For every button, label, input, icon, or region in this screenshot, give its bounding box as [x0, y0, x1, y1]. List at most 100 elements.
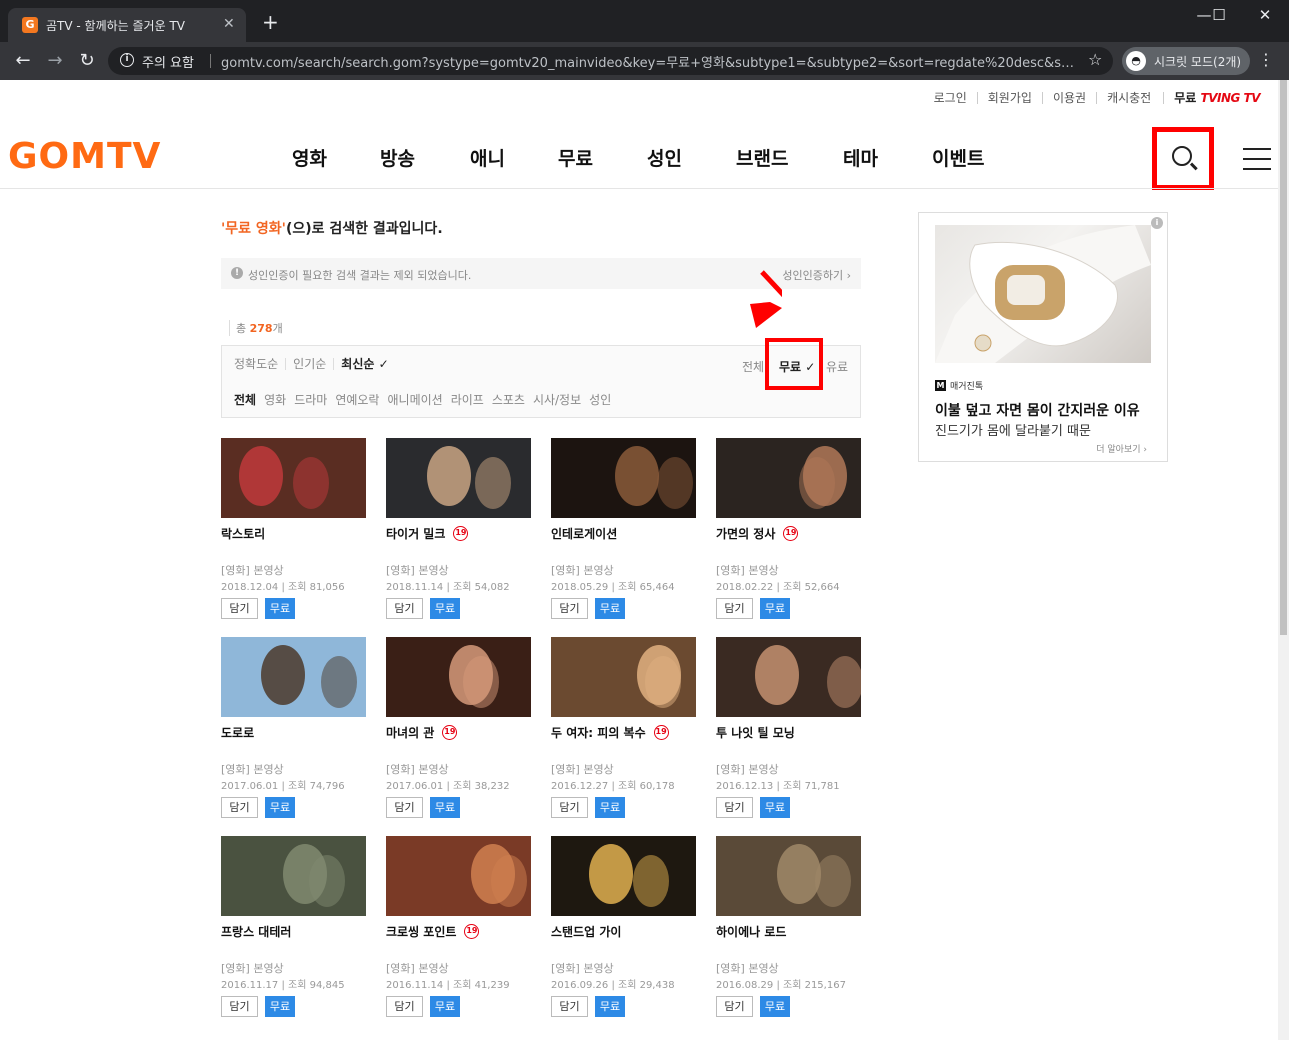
movie-card[interactable]: 투 나잇 틸 모닝 [영화] 본영상 2016.12.13 | 조회 71,781 담… [716, 637, 861, 827]
tab-close-icon[interactable]: ✕ [223, 16, 235, 32]
movie-title[interactable]: 락스토리 [221, 525, 265, 542]
forward-icon[interactable]: → [44, 50, 66, 71]
category-entertainment[interactable]: 연예오락 [335, 391, 379, 408]
movie-title-text[interactable]: 투 나잇 틸 모닝 [716, 724, 795, 741]
movie-title[interactable]: 도로로 [221, 724, 254, 741]
free-watch-button[interactable]: 무료 [760, 996, 790, 1017]
ad-headline[interactable]: 이불 덮고 자면 몸이 간지러운 이유 [935, 400, 1140, 420]
free-watch-button[interactable]: 무료 [760, 797, 790, 818]
signup-link[interactable]: 회원가입 [976, 92, 1032, 104]
movie-thumbnail[interactable] [551, 836, 696, 916]
sort-latest[interactable]: 최신순 ✓ [341, 358, 395, 370]
cash-charge-link[interactable]: 캐시충전 [1096, 92, 1151, 104]
movie-title-text[interactable]: 락스토리 [221, 525, 265, 542]
page-scrollbar[interactable] [1278, 80, 1289, 1040]
ad-info-icon[interactable]: i [1151, 217, 1163, 229]
movie-title[interactable]: 투 나잇 틸 모닝 [716, 724, 795, 741]
category-news[interactable]: 시사/정보 [533, 391, 581, 408]
incognito-indicator[interactable]: ◓ 시크릿 모드(2개) [1122, 47, 1250, 75]
free-watch-button[interactable]: 무료 [430, 598, 460, 619]
ad-banner[interactable]: i M 매거진톡 이불 덮고 자면 몸이 간지러운 이유 진드기가 몸에 달라붙기… [918, 212, 1168, 462]
movie-card[interactable]: 프랑스 대테러 [영화] 본영상 2016.11.17 | 조회 94,845 담기 무… [221, 836, 366, 1026]
search-button[interactable] [1152, 127, 1214, 190]
free-watch-button[interactable]: 무료 [265, 598, 295, 619]
category-sports[interactable]: 스포츠 [492, 391, 525, 408]
nav-anime[interactable]: 애니 [470, 144, 505, 171]
maximize-icon[interactable]: ☐ [1204, 6, 1234, 24]
window-close-icon[interactable]: ✕ [1250, 6, 1280, 24]
nav-event[interactable]: 이벤트 [932, 144, 984, 171]
add-to-list-button[interactable]: 담기 [221, 598, 258, 619]
movie-title-text[interactable]: 스탠드업 가이 [551, 923, 621, 940]
free-watch-button[interactable]: 무료 [760, 598, 790, 619]
movie-title[interactable]: 크로씽 포인트 19 [386, 923, 480, 940]
free-watch-button[interactable]: 무료 [430, 996, 460, 1017]
add-to-list-button[interactable]: 담기 [386, 996, 423, 1017]
category-movie[interactable]: 영화 [264, 391, 286, 408]
movie-title-text[interactable]: 하이에나 로드 [716, 923, 786, 940]
free-watch-button[interactable]: 무료 [265, 996, 295, 1017]
adult-verify-link[interactable]: 성인인증하기 › [782, 267, 851, 283]
movie-title-text[interactable]: 크로씽 포인트 [386, 923, 456, 940]
movie-thumbnail[interactable] [221, 438, 366, 518]
add-to-list-button[interactable]: 담기 [716, 598, 753, 619]
movie-thumbnail[interactable] [716, 836, 861, 916]
add-to-list-button[interactable]: 담기 [716, 797, 753, 818]
price-filter-all[interactable]: 전체 [742, 358, 764, 375]
movie-card[interactable]: 락스토리 [영화] 본영상 2018.12.04 | 조회 81,056 담기 무료 [221, 438, 366, 628]
sort-accuracy[interactable]: 정확도순 [234, 358, 287, 370]
movie-title-text[interactable]: 타이거 밀크 [386, 525, 445, 542]
category-animation[interactable]: 애니메이션 [387, 391, 442, 408]
category-adult[interactable]: 성인 [589, 391, 611, 408]
movie-title[interactable]: 타이거 밀크 19 [386, 525, 469, 542]
ad-image[interactable] [935, 225, 1151, 363]
movie-card[interactable]: 타이거 밀크 19 [영화] 본영상 2018.11.14 | 조회 54,082 담기… [386, 438, 531, 628]
movie-title[interactable]: 마녀의 관 19 [386, 724, 458, 741]
add-to-list-button[interactable]: 담기 [386, 797, 423, 818]
movie-card[interactable]: 스탠드업 가이 [영화] 본영상 2016.09.26 | 조회 29,438 담기 무… [551, 836, 696, 1026]
movie-thumbnail[interactable] [386, 637, 531, 717]
movie-thumbnail[interactable] [386, 438, 531, 518]
category-all[interactable]: 전체 [234, 391, 256, 408]
add-to-list-button[interactable]: 담기 [551, 996, 588, 1017]
ad-more-link[interactable]: 더 알아보기 › [1096, 442, 1147, 455]
movie-title-text[interactable]: 인테로게이션 [551, 525, 617, 542]
category-life[interactable]: 라이프 [451, 391, 484, 408]
ad-subline[interactable]: 진드기가 몸에 달라붙기 때문 [935, 420, 1091, 439]
free-watch-button[interactable]: 무료 [265, 797, 295, 818]
movie-thumbnail[interactable] [716, 438, 861, 518]
add-to-list-button[interactable]: 담기 [221, 797, 258, 818]
movie-title[interactable]: 두 여자: 피의 복수 19 [551, 724, 669, 741]
movie-card[interactable]: 인테로게이션 [영화] 본영상 2018.05.29 | 조회 65,464 담기 무료 [551, 438, 696, 628]
hamburger-menu-icon[interactable] [1243, 148, 1271, 178]
login-link[interactable]: 로그인 [924, 92, 967, 104]
back-icon[interactable]: ← [12, 50, 34, 71]
movie-card[interactable]: 도로로 [영화] 본영상 2017.06.01 | 조회 74,796 담기 무료 [221, 637, 366, 827]
security-warning[interactable]: 주의 요함 [142, 52, 194, 71]
free-watch-button[interactable]: 무료 [595, 598, 625, 619]
nav-theme[interactable]: 테마 [843, 144, 878, 171]
nav-brand[interactable]: 브랜드 [736, 144, 788, 171]
movie-thumbnail[interactable] [716, 637, 861, 717]
browser-tab[interactable]: G 곰TV - 함께하는 즐거운 TV ✕ [8, 8, 246, 42]
new-tab-button[interactable]: + [262, 12, 279, 32]
movie-thumbnail[interactable] [221, 836, 366, 916]
add-to-list-button[interactable]: 담기 [386, 598, 423, 619]
movie-card[interactable]: 마녀의 관 19 [영화] 본영상 2017.06.01 | 조회 38,232 담기 무… [386, 637, 531, 827]
movie-title-text[interactable]: 가면의 정사 [716, 525, 775, 542]
movie-thumbnail[interactable] [551, 637, 696, 717]
free-watch-button[interactable]: 무료 [595, 797, 625, 818]
movie-thumbnail[interactable] [221, 637, 366, 717]
movie-card[interactable]: 가면의 정사 19 [영화] 본영상 2018.02.22 | 조회 52,664 담기… [716, 438, 861, 628]
price-filter-paid[interactable]: 유료 [826, 358, 848, 375]
sort-popular[interactable]: 인기순 [293, 358, 335, 370]
movie-thumbnail[interactable] [551, 438, 696, 518]
movie-title[interactable]: 하이에나 로드 [716, 923, 786, 940]
nav-adult[interactable]: 성인 [647, 144, 682, 171]
movie-thumbnail[interactable] [386, 836, 531, 916]
movie-card[interactable]: 하이에나 로드 [영화] 본영상 2016.08.29 | 조회 215,167 담기… [716, 836, 861, 1026]
movie-card[interactable]: 크로씽 포인트 19 [영화] 본영상 2016.11.14 | 조회 41,239 담… [386, 836, 531, 1026]
reload-icon[interactable]: ↻ [76, 50, 98, 71]
scrollbar-thumb[interactable] [1280, 80, 1287, 635]
site-info-icon[interactable]: i [120, 53, 134, 67]
